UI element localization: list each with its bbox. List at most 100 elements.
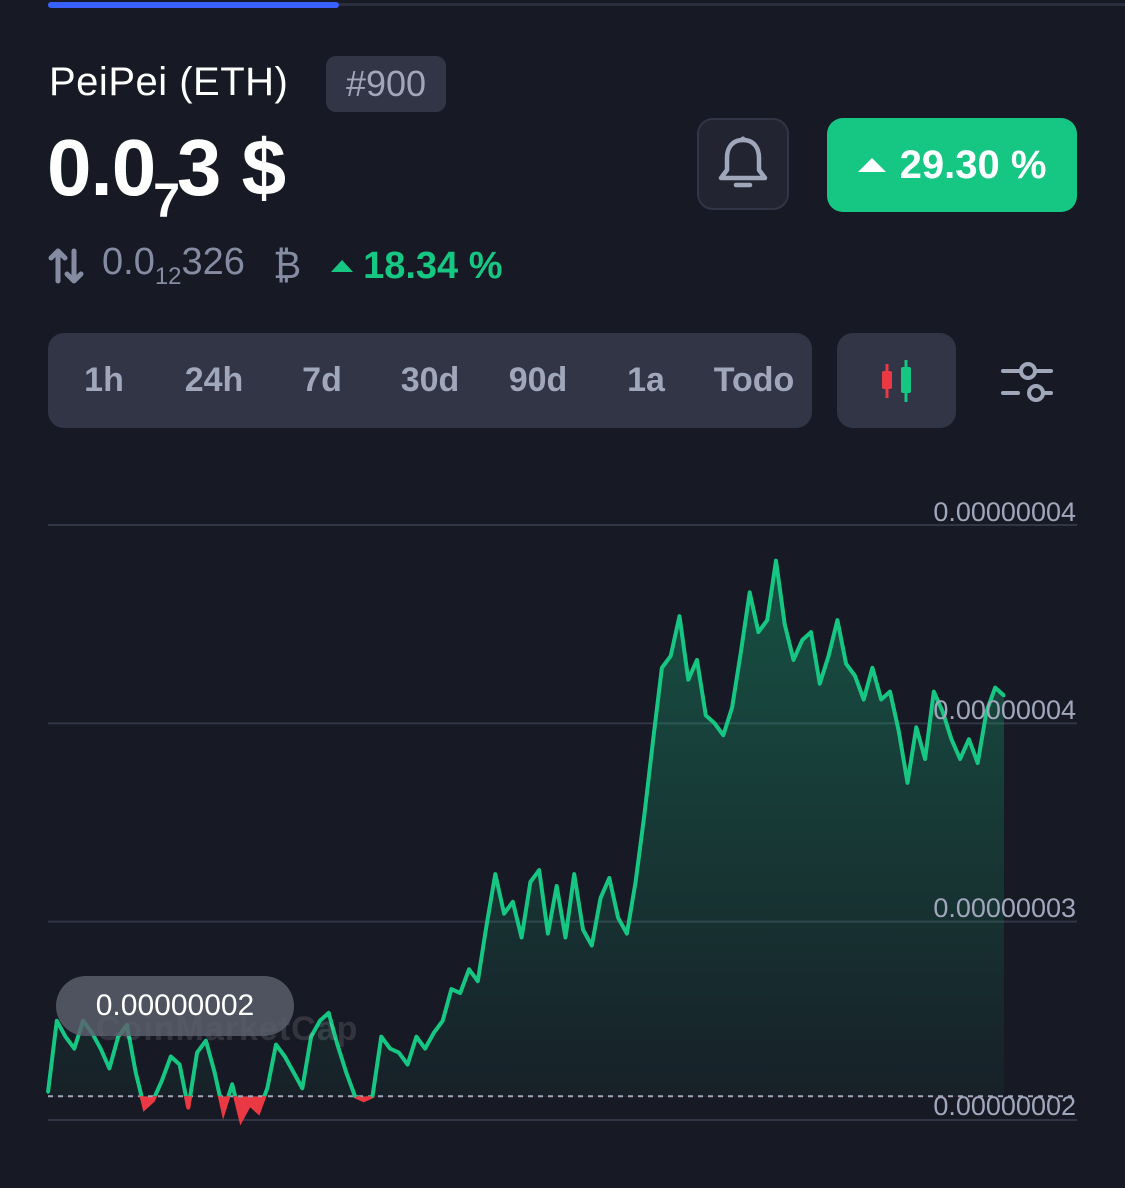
data-point xyxy=(634,880,638,884)
data-point xyxy=(967,737,971,741)
y-tick-label: 0.00000002 xyxy=(933,1091,1076,1121)
data-point xyxy=(239,1118,243,1122)
data-point xyxy=(300,1086,304,1090)
price-change-value: 29.30 % xyxy=(899,142,1047,187)
data-point xyxy=(809,630,813,634)
data-point xyxy=(292,1070,296,1074)
tab-todo[interactable]: Todo xyxy=(698,339,810,422)
price-change-badge: 29.30 % xyxy=(827,118,1077,212)
data-point xyxy=(765,618,769,622)
data-point xyxy=(546,932,550,936)
data-point xyxy=(151,1098,155,1102)
price-alert-button[interactable] xyxy=(697,118,789,210)
data-point xyxy=(651,737,655,741)
price-tail: 3 $ xyxy=(176,123,286,212)
up-triangle-icon xyxy=(857,158,886,172)
data-point xyxy=(572,872,576,876)
data-point xyxy=(362,1098,366,1102)
data-point xyxy=(669,654,673,658)
price-chart[interactable]: 0.00000004 0.00000004 0.00000003 0.00000… xyxy=(0,480,1125,1188)
tab-1h[interactable]: 1h xyxy=(66,339,142,422)
current-price-value: 0.00000002 xyxy=(95,989,255,1022)
data-point xyxy=(195,1051,199,1055)
data-point xyxy=(476,979,480,983)
data-point xyxy=(993,686,997,690)
data-point xyxy=(107,1066,111,1070)
btc-symbol: ₿ xyxy=(272,244,302,287)
data-point xyxy=(230,1082,234,1086)
chart-settings-button[interactable] xyxy=(994,350,1060,412)
data-point xyxy=(686,678,690,682)
chart-type-button[interactable] xyxy=(837,333,956,428)
data-point xyxy=(64,1035,67,1039)
data-point xyxy=(46,1090,50,1094)
rank-label: #900 xyxy=(345,63,427,104)
data-point xyxy=(739,650,743,654)
data-point xyxy=(178,1063,182,1066)
data-point xyxy=(607,876,611,880)
data-point xyxy=(221,1110,225,1114)
data-point xyxy=(914,725,918,729)
data-point xyxy=(853,674,857,678)
data-point xyxy=(485,924,488,928)
data-point xyxy=(774,559,778,563)
btc-change-value: 18.34 % xyxy=(363,244,503,287)
btc-price-row: 0.012326 ₿ 18.34 % xyxy=(48,240,503,292)
data-point xyxy=(432,1031,436,1035)
data-point xyxy=(344,1070,348,1074)
tab-90d[interactable]: 90d xyxy=(490,339,586,422)
data-point xyxy=(371,1094,374,1098)
data-point xyxy=(248,1102,252,1106)
data-point xyxy=(888,690,892,694)
price-main: 0.0 xyxy=(47,123,156,212)
price: 0.073 $ xyxy=(47,120,286,250)
data-point xyxy=(160,1078,164,1082)
tab-1a[interactable]: 1a xyxy=(610,339,682,422)
data-point xyxy=(835,618,839,622)
swap-arrows-icon[interactable] xyxy=(48,247,84,285)
data-point xyxy=(976,761,980,765)
data-point xyxy=(134,1070,138,1074)
data-point xyxy=(748,590,752,594)
btc-price-zero-count: 12 xyxy=(154,263,182,290)
rank-badge: #900 xyxy=(326,56,446,112)
data-point xyxy=(423,1047,427,1051)
data-point xyxy=(590,944,594,947)
data-point xyxy=(897,729,901,733)
data-point xyxy=(906,781,909,785)
tab-24h[interactable]: 24h xyxy=(166,339,262,422)
candlestick-icon xyxy=(881,359,911,402)
up-triangle-icon xyxy=(331,260,354,272)
data-point xyxy=(257,1110,260,1114)
data-point xyxy=(862,698,866,701)
bell-icon xyxy=(718,136,768,188)
data-point xyxy=(353,1094,357,1098)
data-point xyxy=(283,1055,287,1058)
data-point xyxy=(406,1063,410,1066)
data-point xyxy=(414,1035,418,1039)
data-point xyxy=(186,1106,190,1110)
data-point xyxy=(143,1106,146,1110)
y-tick-label: 0.00000004 xyxy=(933,497,1076,527)
price-chart-svg xyxy=(46,524,1077,1126)
btc-price: 0.012326 xyxy=(102,241,245,291)
sliders-icon xyxy=(1001,362,1053,402)
data-point xyxy=(642,813,646,817)
data-point xyxy=(792,658,795,662)
current-price-label: 0.00000002 xyxy=(56,976,294,1036)
data-point xyxy=(827,654,831,658)
data-point xyxy=(949,737,953,741)
data-point xyxy=(879,698,883,701)
data-point xyxy=(870,666,874,670)
data-point xyxy=(730,706,734,709)
data-point xyxy=(388,1047,392,1051)
data-point xyxy=(55,1019,59,1023)
price-zero-count: 7 xyxy=(153,175,180,228)
tab-7d[interactable]: 7d xyxy=(272,339,372,422)
data-point xyxy=(493,872,497,876)
data-point xyxy=(467,967,471,971)
data-point xyxy=(520,936,524,939)
data-point xyxy=(923,757,927,761)
tab-30d[interactable]: 30d xyxy=(382,339,478,422)
data-point xyxy=(265,1086,269,1090)
